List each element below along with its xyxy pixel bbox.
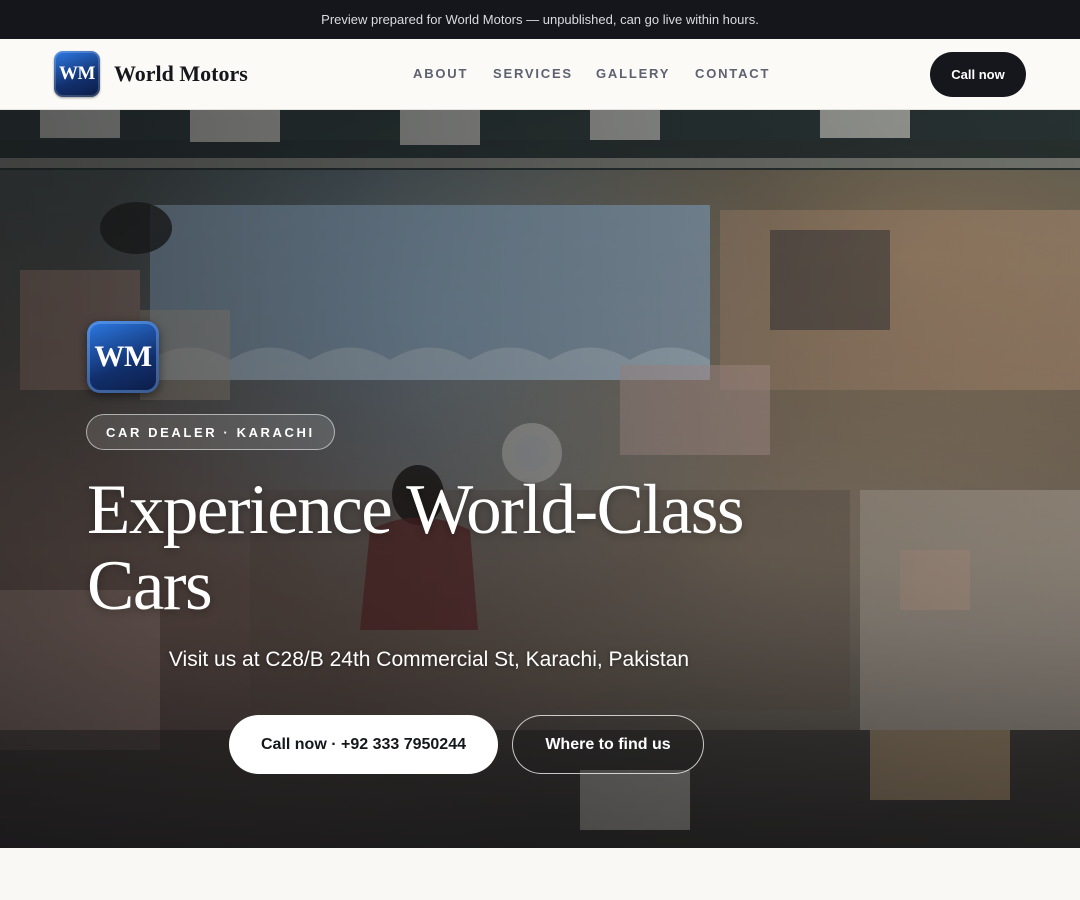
category-badge: CAR DEALER · KARACHI xyxy=(86,414,335,450)
hero-logo-text: WM xyxy=(94,340,152,373)
hero-logo-icon: WM xyxy=(87,321,159,393)
call-phone-button[interactable]: Call now · +92 333 7950244 xyxy=(229,715,498,774)
nav-gallery[interactable]: GALLERY xyxy=(596,66,670,81)
find-us-button[interactable]: Where to find us xyxy=(512,715,704,774)
brand-name: World Motors xyxy=(114,61,248,86)
brand-logo-text: WM xyxy=(59,63,95,84)
call-now-button[interactable]: Call now xyxy=(930,52,1026,97)
announcement-text: Preview prepared for World Motors — unpu… xyxy=(321,12,759,27)
nav-services[interactable]: SERVICES xyxy=(493,66,573,81)
nav-about[interactable]: ABOUT xyxy=(413,66,468,81)
hero-section: WM CAR DEALER · KARACHI Experience World… xyxy=(0,110,1080,848)
site-header: WM World Motors ABOUT SERVICES GALLERY C… xyxy=(0,39,1080,110)
brand[interactable]: WM World Motors xyxy=(54,51,248,97)
next-section xyxy=(0,848,1080,900)
brand-logo-icon: WM xyxy=(54,51,100,97)
hero-address: Visit us at C28/B 24th Commercial St, Ka… xyxy=(168,648,690,671)
nav-contact[interactable]: CONTACT xyxy=(695,66,770,81)
announcement-bar: Preview prepared for World Motors — unpu… xyxy=(0,0,1080,39)
hero-title: Experience World-Class Cars xyxy=(87,471,744,625)
